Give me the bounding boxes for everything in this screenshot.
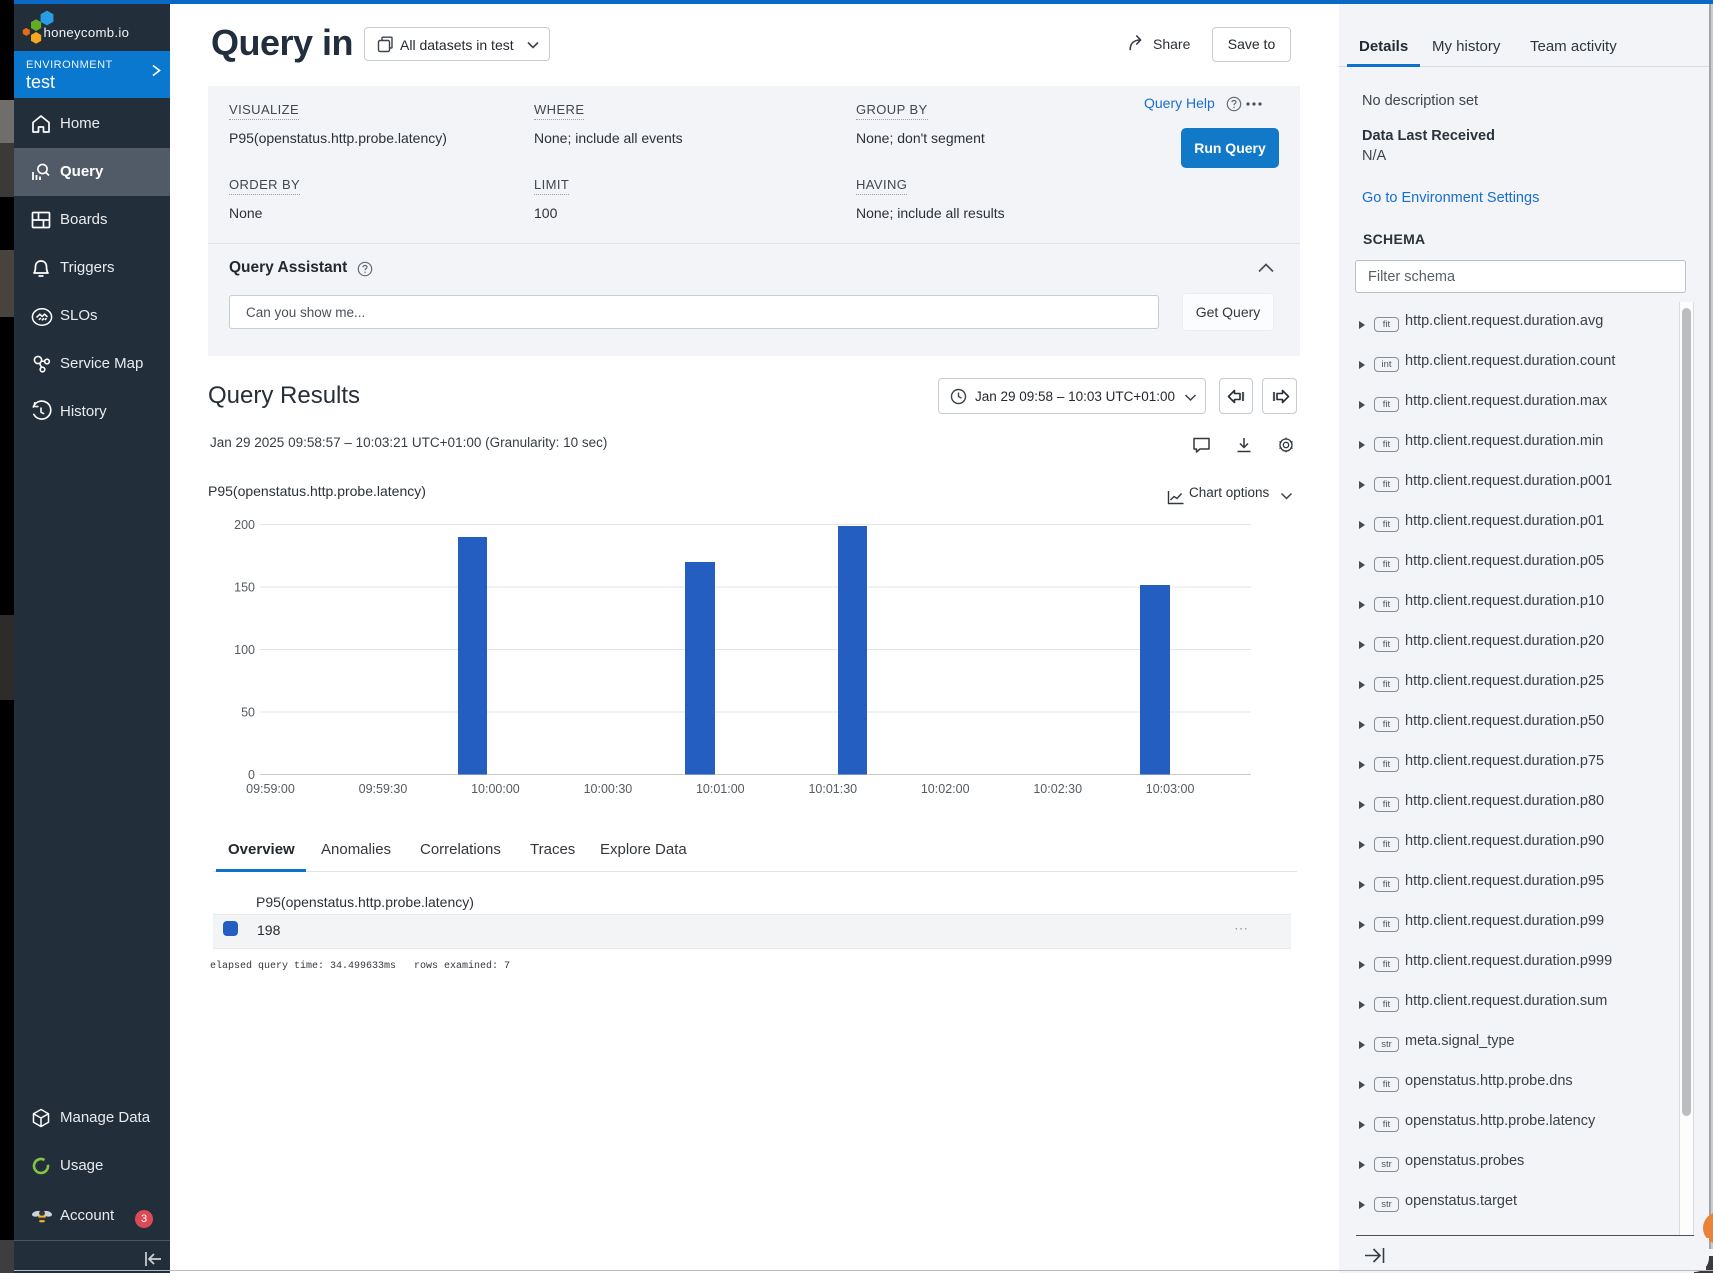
svg-text:10:01:30: 10:01:30 <box>808 782 857 796</box>
svg-text:100: 100 <box>234 643 255 657</box>
svg-text:50: 50 <box>241 706 255 720</box>
svg-text:09:59:00: 09:59:00 <box>246 782 295 796</box>
svg-text:150: 150 <box>234 581 255 595</box>
svg-text:10:00:30: 10:00:30 <box>584 782 633 796</box>
svg-text:0: 0 <box>248 768 255 782</box>
svg-text:09:59:30: 09:59:30 <box>359 782 408 796</box>
svg-text:200: 200 <box>234 518 255 532</box>
svg-text:10:02:30: 10:02:30 <box>1033 782 1082 796</box>
svg-text:10:00:00: 10:00:00 <box>471 782 520 796</box>
svg-text:10:03:00: 10:03:00 <box>1146 782 1195 796</box>
svg-text:honeycomb.io: honeycomb.io <box>44 25 130 40</box>
svg-text:10:02:00: 10:02:00 <box>921 782 970 796</box>
svg-text:10:01:00: 10:01:00 <box>696 782 745 796</box>
